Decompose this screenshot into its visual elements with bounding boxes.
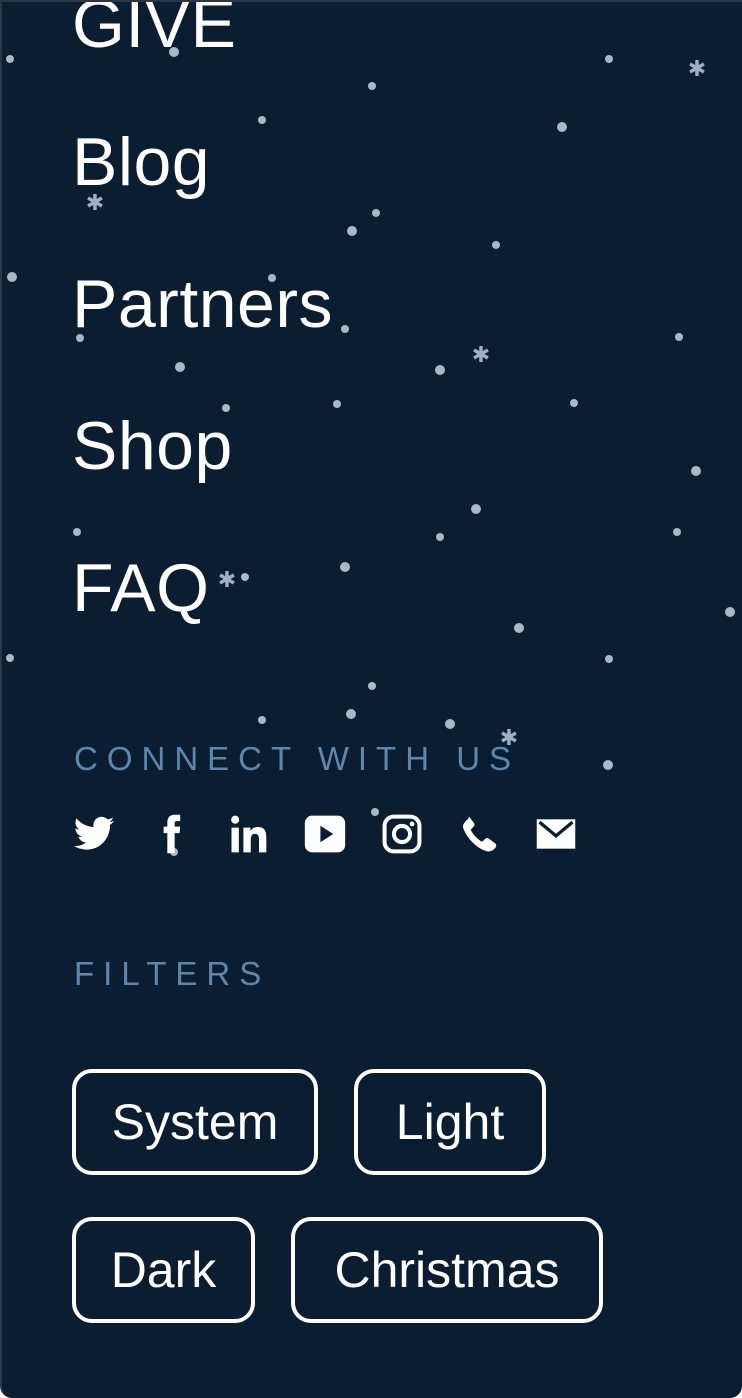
instagram-icon[interactable]	[380, 812, 424, 856]
linkedin-icon[interactable]	[226, 812, 270, 856]
filter-system-button[interactable]: System	[72, 1069, 318, 1175]
facebook-icon[interactable]	[149, 812, 193, 856]
filters-heading: FILTERS	[74, 955, 271, 992]
email-icon[interactable]	[534, 812, 578, 856]
filter-christmas-button[interactable]: Christmas	[291, 1217, 603, 1323]
social-links	[72, 810, 611, 858]
nav-item-give[interactable]: GIVE	[72, 2, 237, 58]
nav-item-partners[interactable]: Partners	[72, 270, 333, 338]
filter-light-button[interactable]: Light	[354, 1069, 546, 1175]
connect-heading: CONNECT WITH US	[74, 740, 521, 777]
nav-item-shop[interactable]: Shop	[72, 412, 233, 480]
svg-text:✱: ✱	[472, 343, 490, 368]
youtube-icon[interactable]	[303, 812, 347, 856]
svg-text:✱: ✱	[218, 568, 236, 593]
svg-text:✱: ✱	[688, 57, 706, 82]
filter-dark-button[interactable]: Dark	[72, 1217, 255, 1323]
nav-item-blog[interactable]: Blog	[72, 128, 210, 196]
side-menu: ✱ ✱ ✱ ✱ ✱ GIVE Blog Partners Shop FAQ CONNE…	[0, 0, 742, 1398]
snowfall-decoration: ✱✱✱ ✱✱	[6, 47, 735, 856]
nav-item-faq[interactable]: FAQ	[72, 554, 210, 622]
phone-icon[interactable]	[457, 812, 501, 856]
twitter-icon[interactable]	[72, 812, 116, 856]
